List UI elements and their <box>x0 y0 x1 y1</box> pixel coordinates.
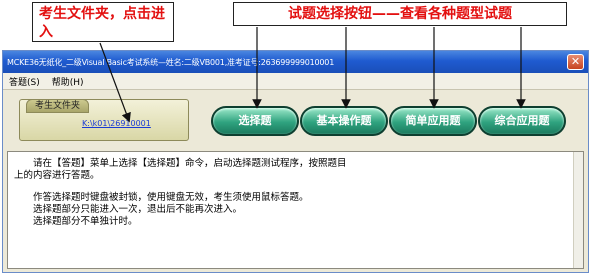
window-title: MCKE36无纸化_二级Visual Basic考试系统—姓名:二级VB001,… <box>7 57 335 67</box>
close-icon: ✕ <box>570 55 581 68</box>
instruction-line: 上的内容进行答题。 <box>14 170 100 181</box>
menu-bar: 答题(S) 帮助(H) <box>3 73 588 90</box>
title-bar[interactable]: MCKE36无纸化_二级Visual Basic考试系统—姓名:二级VB001,… <box>3 51 588 73</box>
multiple-choice-button[interactable]: 选择题 <box>211 106 299 136</box>
simple-application-label: 简单应用题 <box>405 114 461 127</box>
multiple-choice-label: 选择题 <box>238 114 272 127</box>
folder-callout-text: 考生文件夹，点击进入 <box>39 6 165 40</box>
toolbar-area: 考生文件夹 K:\k01\26910001 选择题 基本操作题 简单应用题 综合… <box>3 91 588 147</box>
basic-operation-button[interactable]: 基本操作题 <box>300 106 388 136</box>
comprehensive-application-label: 综合应用题 <box>494 114 550 127</box>
instruction-line: 选择题部分只能进入一次，退出后不能再次进入。 <box>14 204 243 215</box>
exam-folder-link[interactable]: K:\k01\26910001 <box>82 119 151 128</box>
instruction-line: 作答选择题时键盘被封锁，使用键盘无效，考生须使用鼠标答题。 <box>14 192 309 203</box>
exam-folder-panel: 考生文件夹 K:\k01\26910001 <box>19 99 189 141</box>
menu-item-answer[interactable]: 答题(S) <box>9 75 40 88</box>
instructions-panel: 请在【答题】菜单上选择【选择题】命令，启动选择题测试程序，按照题目 上的内容进行… <box>7 151 584 269</box>
comprehensive-application-button[interactable]: 综合应用题 <box>478 106 566 136</box>
close-button[interactable]: ✕ <box>567 54 584 70</box>
folder-callout: 考生文件夹，点击进入 <box>32 2 174 42</box>
menu-item-help[interactable]: 帮助(H) <box>52 75 84 88</box>
exam-window: MCKE36无纸化_二级Visual Basic考试系统—姓名:二级VB001,… <box>2 50 589 273</box>
exam-folder-label: 考生文件夹 <box>26 99 90 113</box>
vertical-scrollbar[interactable] <box>573 152 583 268</box>
simple-application-button[interactable]: 简单应用题 <box>389 106 477 136</box>
instruction-line: 请在【答题】菜单上选择【选择题】命令，启动选择题测试程序，按照题目 <box>14 158 347 169</box>
buttons-callout: 试题选择按钮——查看各种题型试题 <box>233 2 567 26</box>
basic-operation-label: 基本操作题 <box>316 114 372 127</box>
buttons-callout-text: 试题选择按钮——查看各种题型试题 <box>288 6 512 22</box>
instruction-line: 选择题部分不单独计时。 <box>14 216 138 227</box>
